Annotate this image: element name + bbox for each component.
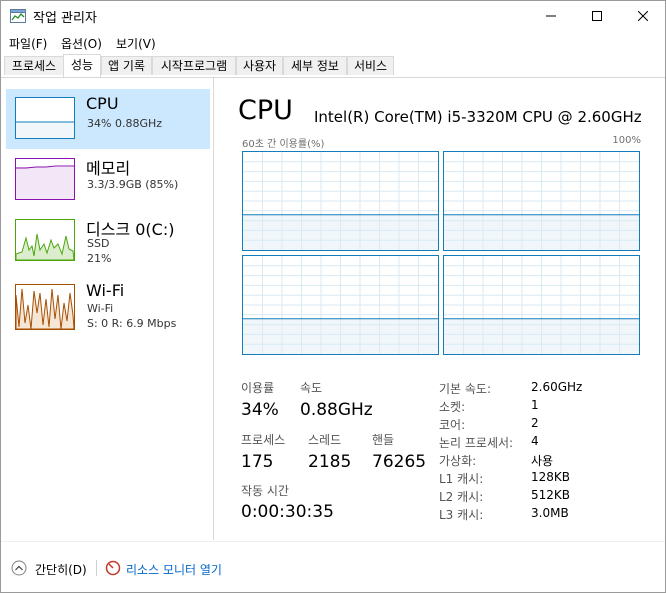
- sidebar-item-label: 메모리: [86, 159, 131, 178]
- sidebar-item-label: Wi-Fi: [86, 281, 125, 300]
- cpu-core-graph-3[interactable]: [443, 255, 640, 355]
- thread-value: 2185: [308, 452, 352, 472]
- info-value: 3.0MB: [531, 506, 569, 520]
- uptime-label: 작동 시간: [241, 484, 289, 498]
- task-manager-icon: [10, 8, 26, 24]
- title-bar[interactable]: 작업 관리자: [1, 1, 665, 31]
- memory-thumbnail: [15, 158, 75, 200]
- tab-processes[interactable]: 프로세스: [4, 56, 64, 75]
- menu-options[interactable]: 옵션(O): [61, 35, 102, 52]
- info-label: 가상화:: [439, 454, 477, 468]
- info-value: 사용: [531, 454, 554, 468]
- fewer-details-button[interactable]: [11, 560, 27, 576]
- tab-performance[interactable]: 성능: [63, 54, 101, 77]
- window-title: 작업 관리자: [33, 11, 97, 26]
- graph-caption: 60초 간 이용률(%): [242, 139, 325, 150]
- resource-sidebar: CPU 34% 0.88GHz 메모리 3.3/3.9GB (85%) 디스크 …: [1, 78, 214, 540]
- cpu-core-graph-2[interactable]: [242, 255, 439, 355]
- menu-bar: 파일(F) 옵션(O) 보기(V): [1, 31, 665, 53]
- util-value: 34%: [241, 400, 279, 420]
- sidebar-item-label: CPU: [86, 94, 119, 113]
- tab-users[interactable]: 사용자: [236, 56, 283, 75]
- cpu-thumbnail: [15, 97, 75, 139]
- speed-value: 0.88GHz: [300, 400, 373, 420]
- thread-label: 스레드: [308, 433, 342, 447]
- handle-label: 핸들: [372, 433, 395, 447]
- info-value: 4: [531, 434, 539, 448]
- process-label: 프로세스: [241, 433, 286, 447]
- page-title: CPU: [238, 95, 293, 126]
- info-value: 512KB: [531, 488, 571, 502]
- cpu-core-graph-0[interactable]: [242, 151, 439, 251]
- tab-bar: 프로세스 성능 앱 기록 시작프로그램 사용자 세부 정보 서비스: [1, 54, 665, 78]
- disk-thumbnail: [15, 219, 75, 261]
- sidebar-item-disk[interactable]: 디스크 0(C:) SSD 21%: [6, 211, 210, 271]
- handle-value: 76265: [372, 452, 427, 472]
- chevron-up-icon: [11, 560, 27, 576]
- close-icon: [638, 11, 648, 21]
- speed-label: 속도: [300, 381, 323, 395]
- sidebar-item-detail: SSD: [87, 237, 110, 250]
- footer-bar: 간단히(D) 리소스 모니터 열기: [1, 541, 665, 594]
- menu-view[interactable]: 보기(V): [116, 35, 156, 52]
- sidebar-item-memory[interactable]: 메모리 3.3/3.9GB (85%): [6, 150, 210, 210]
- cpu-core-graph-1[interactable]: [443, 151, 640, 251]
- minimize-button[interactable]: [528, 1, 574, 31]
- maximize-button[interactable]: [574, 1, 620, 31]
- tab-app-history[interactable]: 앱 기록: [101, 56, 152, 75]
- cpu-detail-panel: CPU Intel(R) Core(TM) i5-3320M CPU @ 2.6…: [214, 78, 665, 540]
- info-label: 논리 프로세서:: [439, 436, 514, 450]
- tab-services[interactable]: 서비스: [347, 56, 394, 75]
- sidebar-item-wifi[interactable]: Wi-Fi Wi-Fi S: 0 R: 6.9 Mbps: [6, 276, 210, 336]
- sidebar-item-detail: Wi-Fi: [87, 302, 114, 315]
- maximize-icon: [592, 11, 602, 21]
- sidebar-item-detail: 3.3/3.9GB (85%): [87, 178, 179, 191]
- info-value: 2: [531, 416, 539, 430]
- graph-max-label: 100%: [612, 135, 641, 146]
- wifi-thumbnail: [15, 284, 75, 330]
- sidebar-item-detail: 34% 0.88GHz: [87, 117, 163, 130]
- util-label: 이용률: [241, 381, 275, 395]
- cpu-model-name: Intel(R) Core(TM) i5-3320M CPU @ 2.60GHz: [314, 108, 642, 126]
- footer-divider: [96, 560, 97, 576]
- uptime-value: 0:00:30:35: [241, 502, 334, 522]
- close-button[interactable]: [620, 1, 666, 31]
- sidebar-item-cpu[interactable]: CPU 34% 0.88GHz: [6, 89, 210, 149]
- info-label: L2 캐시:: [439, 490, 484, 504]
- menu-file[interactable]: 파일(F): [9, 35, 47, 52]
- info-label: 소켓:: [439, 400, 466, 414]
- info-label: L3 캐시:: [439, 508, 484, 522]
- info-value: 128KB: [531, 470, 571, 484]
- minimize-icon: [546, 15, 556, 17]
- info-label: L1 캐시:: [439, 472, 484, 486]
- info-label: 코어:: [439, 418, 466, 432]
- tab-startup[interactable]: 시작프로그램: [152, 56, 236, 75]
- resource-monitor-icon: [105, 560, 121, 576]
- tab-details[interactable]: 세부 정보: [283, 56, 347, 75]
- process-value: 175: [241, 452, 274, 472]
- info-value: 1: [531, 398, 539, 412]
- info-value: 2.60GHz: [531, 380, 583, 394]
- sidebar-item-detail-2: 21%: [87, 252, 112, 265]
- fewer-details-label[interactable]: 간단히(D): [35, 561, 87, 578]
- open-resource-monitor-link[interactable]: 리소스 모니터 열기: [126, 561, 222, 578]
- sidebar-item-detail-2: S: 0 R: 6.9 Mbps: [87, 317, 177, 330]
- info-label: 기본 속도:: [439, 382, 492, 396]
